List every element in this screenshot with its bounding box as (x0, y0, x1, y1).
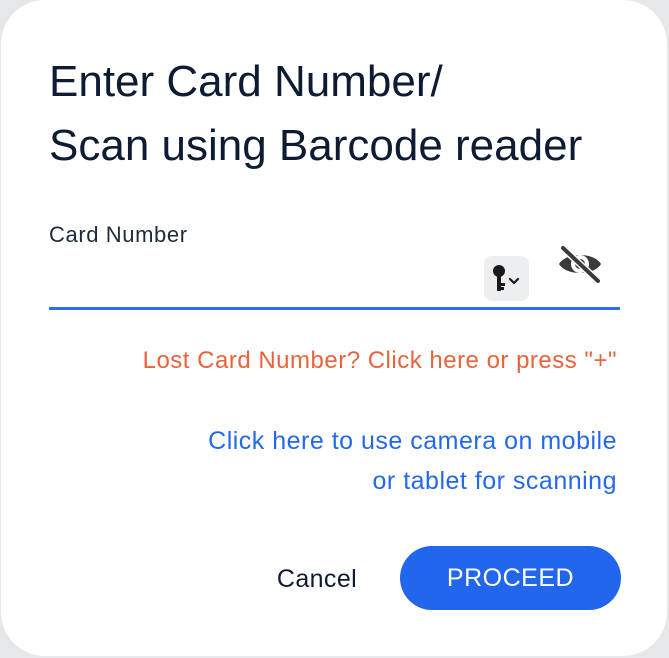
camera-scan-link-line-2[interactable]: or tablet for scanning (208, 461, 617, 501)
cancel-button[interactable]: Cancel (259, 552, 375, 606)
eye-off-icon (559, 244, 602, 285)
card-number-underline (49, 307, 620, 310)
lost-card-link[interactable]: Lost Card Number? Click here or press "+… (143, 347, 617, 375)
dialog-title-line-2: Scan using Barcode reader (49, 121, 583, 170)
key-dropdown-button[interactable] (484, 256, 529, 301)
card-number-label: Card Number (49, 222, 188, 247)
card-number-input[interactable] (49, 252, 469, 302)
dialog-title: Enter Card Number/ Scan using Barcode re… (49, 50, 639, 178)
card-entry-dialog: Enter Card Number/ Scan using Barcode re… (1, 0, 667, 656)
camera-scan-link-line-1[interactable]: Click here to use camera on mobile (208, 421, 617, 461)
dialog-title-line-1: Enter Card Number/ (49, 57, 443, 106)
toggle-visibility-button[interactable] (556, 244, 604, 285)
camera-scan-link[interactable]: Click here to use camera on mobile or ta… (208, 421, 617, 501)
proceed-button[interactable]: PROCEED (400, 546, 621, 610)
key-dropdown-icon (493, 265, 520, 291)
